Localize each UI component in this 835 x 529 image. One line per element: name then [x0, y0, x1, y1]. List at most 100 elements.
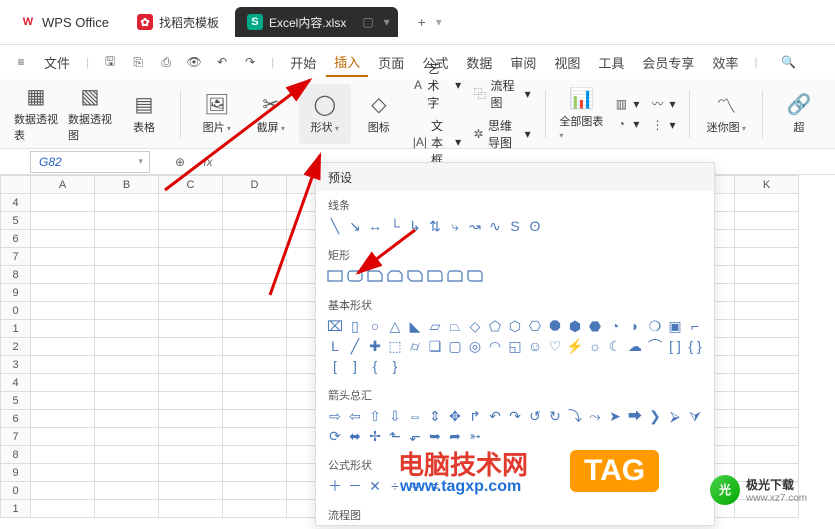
chart-option-1[interactable]: ▥▾ — [609, 95, 643, 113]
screenshot-button[interactable]: ✂ 截屏 — [245, 84, 297, 144]
row-header[interactable]: 6 — [1, 230, 31, 248]
bent-up-arrow-shape[interactable]: ⬐ — [406, 427, 424, 445]
row-header[interactable]: 1 — [1, 320, 31, 338]
col-header[interactable]: D — [223, 176, 287, 194]
lbracket-shape[interactable]: [ — [326, 357, 344, 375]
icon-button[interactable]: ◇ 图标 — [353, 84, 405, 144]
rectangle-shape[interactable] — [326, 267, 344, 285]
tab-dropdown-icon[interactable]: ▾ — [384, 15, 390, 29]
curve-double-shape[interactable]: ∿ — [486, 217, 504, 235]
snip-diag-rect-shape[interactable] — [406, 267, 424, 285]
scribble-shape[interactable]: ʘ — [526, 217, 544, 235]
oval-shape[interactable]: ○ — [366, 317, 384, 335]
down-arrow-shape[interactable]: ⇩ — [386, 407, 404, 425]
cross-shape[interactable]: ✚ — [366, 337, 384, 355]
monitor-icon[interactable]: ▢ — [362, 15, 373, 29]
tab-review[interactable]: 审阅 — [502, 49, 544, 76]
textbox-shape[interactable]: ⌧ — [326, 317, 344, 335]
rbrace-shape[interactable]: } — [386, 357, 404, 375]
zoom-icon[interactable]: ⊕ — [170, 155, 190, 169]
up-arrow-shape[interactable]: ⇧ — [366, 407, 384, 425]
elbow-shape[interactable]: └ — [386, 217, 404, 235]
table-button[interactable]: ▤ 表格 — [118, 84, 170, 144]
left-right-callout-shape[interactable]: ⬌ — [346, 427, 364, 445]
bracket-shape[interactable]: [ ] — [666, 337, 684, 355]
bent-arrow-shape[interactable]: ↱ — [466, 407, 484, 425]
undo-icon[interactable]: ↶ — [209, 49, 235, 75]
swoosh-arrow-shape[interactable]: ➳ — [466, 427, 484, 445]
heptagon-shape[interactable]: ⎔ — [526, 317, 544, 335]
flowchart-button[interactable]: ⿻流程图 ▾ — [469, 75, 535, 113]
arrow-line-shape[interactable]: ↘ — [346, 217, 364, 235]
row-header[interactable]: 6 — [1, 410, 31, 428]
select-all-corner[interactable] — [1, 176, 31, 194]
round2-rect-shape[interactable] — [446, 267, 464, 285]
chart-option-4[interactable]: ⋮▾ — [645, 116, 679, 134]
print-icon[interactable]: ⎙ — [153, 49, 179, 75]
pentagon-shape[interactable]: ⬠ — [486, 317, 504, 335]
freeform-shape[interactable]: S — [506, 217, 524, 235]
row-header[interactable]: 3 — [1, 356, 31, 374]
row-header[interactable]: 1 — [1, 500, 31, 518]
quad-arrow-shape[interactable]: ✥ — [446, 407, 464, 425]
cloud-shape[interactable]: ☁ — [626, 337, 644, 355]
app-tab[interactable]: W WPS Office — [8, 7, 121, 37]
pivot-table-button[interactable]: ▦ 数据透视表 — [10, 84, 62, 144]
chevron-shape[interactable]: ❯ — [646, 407, 664, 425]
new-tab-button[interactable]: + — [410, 10, 434, 34]
mindmap-button[interactable]: ✲思维导图 ▾ — [469, 115, 535, 153]
block-arc-shape[interactable]: ◠ — [486, 337, 504, 355]
half-frame-shape[interactable]: ⌐ — [686, 317, 704, 335]
divide-shape[interactable]: ÷ — [386, 477, 404, 495]
tab-insert[interactable]: 插入 — [326, 48, 368, 77]
elbow-arrow-shape[interactable]: ↳ — [406, 217, 424, 235]
chart-option-2[interactable]: ◔▾ — [609, 115, 643, 133]
left-arrow-shape[interactable]: ⇦ — [346, 407, 364, 425]
diamond-shape[interactable]: ◇ — [466, 317, 484, 335]
cube-shape[interactable]: ❏ — [426, 337, 444, 355]
diag-stripe-shape[interactable]: ╱ — [346, 337, 364, 355]
template-tab[interactable]: ✿ 找稻壳模板 — [125, 7, 231, 37]
dodecagon-shape[interactable]: ⬣ — [586, 317, 604, 335]
vtext-shape[interactable]: ▯ — [346, 317, 364, 335]
sparkline-button[interactable]: 〽 迷你图 — [700, 84, 752, 144]
row-header[interactable]: 9 — [1, 284, 31, 302]
save-icon[interactable]: 🖫 — [97, 49, 123, 75]
shape-button[interactable]: ◯ 形状 — [299, 84, 351, 144]
bevel-shape[interactable]: ▢ — [446, 337, 464, 355]
curved-up-shape[interactable]: ↻ — [546, 407, 564, 425]
row-header[interactable]: 2 — [1, 338, 31, 356]
curved-right-shape[interactable]: ↷ — [506, 407, 524, 425]
col-header[interactable]: K — [735, 176, 799, 194]
hexagon-shape[interactable]: ⬡ — [506, 317, 524, 335]
rbracket-shape[interactable]: ] — [346, 357, 364, 375]
col-header[interactable]: B — [95, 176, 159, 194]
lr-arrow-shape[interactable]: ⇔ — [406, 407, 424, 425]
row-header[interactable]: 7 — [1, 248, 31, 266]
left-up-arrow-shape[interactable]: ⬑ — [386, 427, 404, 445]
quad-callout-shape[interactable]: ✢ — [366, 427, 384, 445]
redo-icon[interactable]: ↷ — [237, 49, 263, 75]
more-button[interactable]: 🔗 超 — [773, 84, 825, 144]
row-header[interactable]: 8 — [1, 446, 31, 464]
right-callout-shape[interactable]: ⮚ — [666, 407, 684, 425]
frame-shape[interactable]: ▣ — [666, 317, 684, 335]
ud-arrow-shape[interactable]: ⇕ — [426, 407, 444, 425]
folded-corner-shape[interactable]: ◱ — [506, 337, 524, 355]
file-menu[interactable]: 文件 — [36, 49, 78, 76]
row-header[interactable]: 0 — [1, 482, 31, 500]
circular-arrow-shape[interactable]: ⟳ — [326, 427, 344, 445]
tab-view[interactable]: 视图 — [546, 49, 588, 76]
arc-shape[interactable]: ⌒ — [646, 337, 664, 355]
print-preview-icon[interactable]: 👁 — [181, 49, 207, 75]
multiply-shape[interactable]: ✕ — [366, 477, 384, 495]
row-header[interactable]: 8 — [1, 266, 31, 284]
chord-shape[interactable]: ◗ — [626, 317, 644, 335]
minus-shape[interactable]: － — [346, 477, 364, 495]
lshape-shape[interactable]: L — [326, 337, 344, 355]
row-header[interactable]: 0 — [1, 302, 31, 320]
striped-arrow-shape[interactable]: ⤳ — [586, 407, 604, 425]
picture-button[interactable]: 🖼 图片 — [191, 84, 243, 144]
double-arrow-shape[interactable]: ↔ — [366, 217, 384, 235]
row-header[interactable]: 5 — [1, 392, 31, 410]
